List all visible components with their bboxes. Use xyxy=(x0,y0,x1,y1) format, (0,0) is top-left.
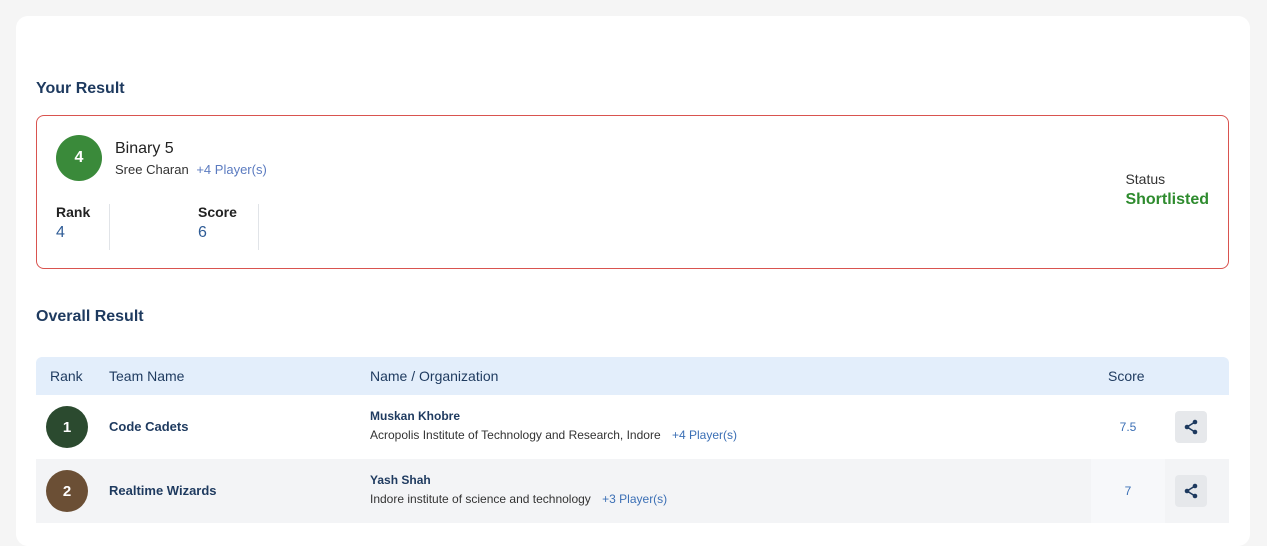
share-icon xyxy=(1184,419,1198,435)
score-label: Score xyxy=(198,204,237,220)
status-value: Shortlisted xyxy=(1125,191,1209,208)
table-header: Rank Team Name Name / Organization Score xyxy=(36,357,1229,395)
column-header-name-organization: Name / Organization xyxy=(370,368,499,384)
share-button[interactable] xyxy=(1175,475,1207,507)
status-block: Status Shortlisted xyxy=(1125,171,1209,209)
row-organization-name: Indore institute of science and technolo… xyxy=(370,492,591,506)
row-rank-badge: 1 xyxy=(46,406,88,448)
share-icon xyxy=(1184,483,1198,499)
row-more-players-link[interactable]: +4 Player(s) xyxy=(672,428,737,442)
overall-result-table: Rank Team Name Name / Organization Score… xyxy=(36,357,1229,523)
rank-label: Rank xyxy=(56,204,91,220)
row-more-players-link[interactable]: +3 Player(s) xyxy=(602,492,667,506)
row-team-name: Code Cadets xyxy=(109,419,189,434)
overall-result-title: Overall Result xyxy=(36,308,144,325)
score-value: 6 xyxy=(198,224,207,241)
column-header-rank: Rank xyxy=(50,368,83,384)
status-label: Status xyxy=(1125,171,1166,187)
table-row: 2 Realtime Wizards Yash Shah Indore inst… xyxy=(36,459,1229,523)
your-result-box: 4 Binary 5 Sree Charan +4 Player(s) Rank… xyxy=(36,115,1229,269)
share-button[interactable] xyxy=(1175,411,1207,443)
row-organization: Indore institute of science and technolo… xyxy=(370,492,667,506)
column-header-team-name: Team Name xyxy=(109,368,185,384)
score-stat: Score 6 xyxy=(198,204,259,250)
row-organization: Acropolis Institute of Technology and Re… xyxy=(370,428,737,442)
row-organization-name: Acropolis Institute of Technology and Re… xyxy=(370,428,661,442)
team-leader-name: Sree Charan xyxy=(115,162,189,177)
row-rank-badge: 2 xyxy=(46,470,88,512)
row-person-name: Yash Shah xyxy=(370,473,431,487)
your-team-members: Sree Charan +4 Player(s) xyxy=(115,162,267,177)
row-team-name: Realtime Wizards xyxy=(109,483,217,498)
more-players-link[interactable]: +4 Player(s) xyxy=(196,162,266,177)
column-header-score: Score xyxy=(1108,368,1145,384)
results-card: Your Result 4 Binary 5 Sree Charan +4 Pl… xyxy=(16,16,1250,546)
your-result-title: Your Result xyxy=(36,80,125,97)
row-score: 7 xyxy=(1091,459,1165,523)
table-row: 1 Code Cadets Muskan Khobre Acropolis In… xyxy=(36,395,1229,459)
rank-value: 4 xyxy=(56,224,65,241)
your-team-name: Binary 5 xyxy=(115,140,174,157)
row-score: 7.5 xyxy=(1119,420,1137,434)
your-rank-badge: 4 xyxy=(56,135,102,181)
rank-stat: Rank 4 xyxy=(56,204,110,250)
row-person-name: Muskan Khobre xyxy=(370,409,461,423)
